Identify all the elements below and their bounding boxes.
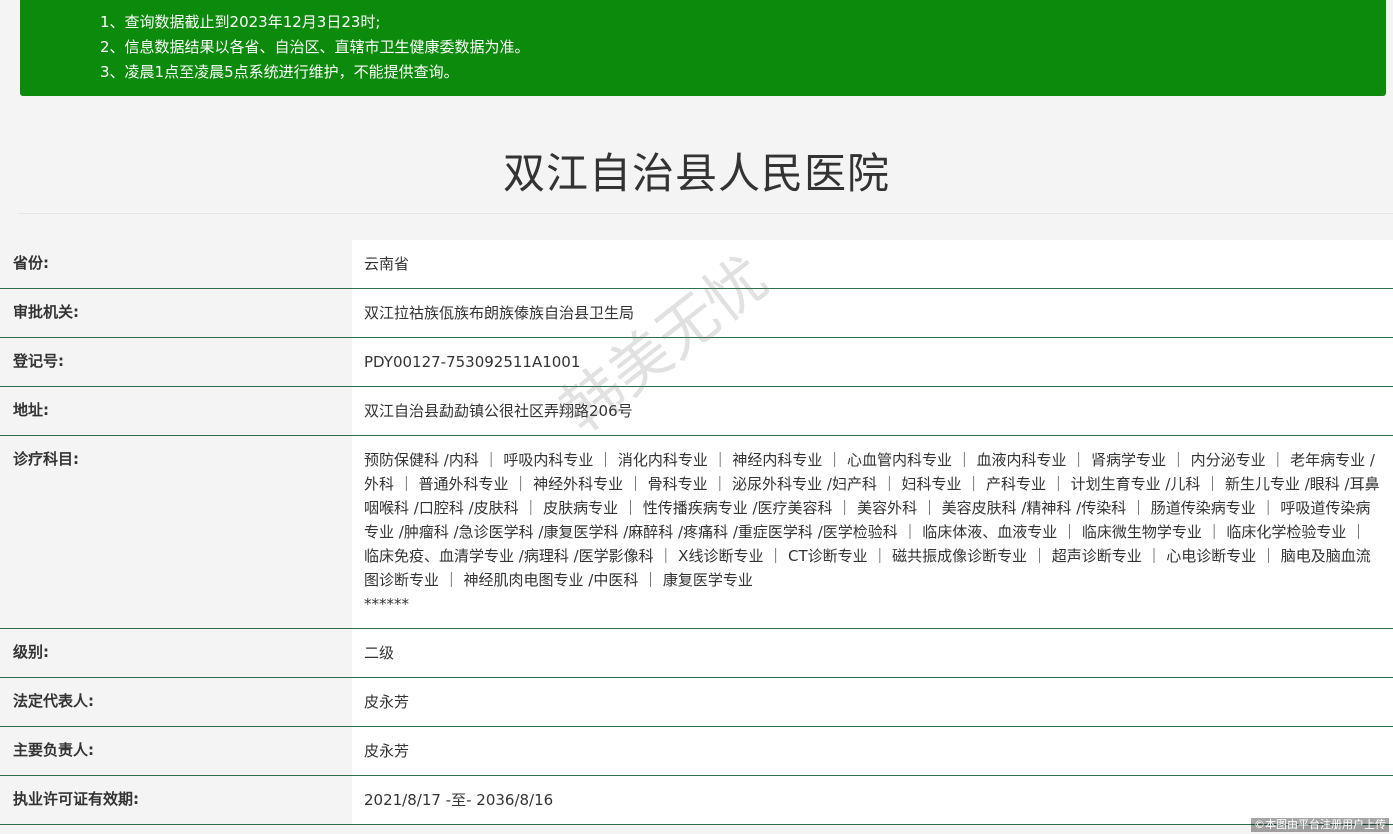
principal-value: 皮永芳 (352, 727, 1393, 775)
province-value: 云南省 (352, 240, 1393, 288)
address-label: 地址: (0, 387, 352, 435)
reg-no-value: PDY00127-753092511A1001 (352, 338, 1393, 386)
license-validity-label: 执业许可证有效期: (0, 776, 352, 824)
departments-label: 诊疗科目: (0, 436, 352, 628)
hospital-title: 双江自治县人民医院 (502, 149, 890, 198)
legal-rep-label: 法定代表人: (0, 678, 352, 726)
title-divider (18, 213, 1393, 214)
principal-label: 主要负责人: (0, 727, 352, 775)
province-label: 省份: (0, 240, 352, 288)
row-reg-no: 登记号: PDY00127-753092511A1001 (0, 338, 1393, 387)
row-principal: 主要负责人: 皮永芳 (0, 727, 1393, 776)
row-authority: 审批机关: 双江拉祜族佤族布朗族傣族自治县卫生局 (0, 289, 1393, 338)
departments-value: 预防保健科 /内科 ｜ 呼吸内科专业 ｜ 消化内科专业 ｜ 神经内科专业 ｜ 心… (352, 436, 1393, 628)
authority-label: 审批机关: (0, 289, 352, 337)
authority-value: 双江拉祜族佤族布朗族傣族自治县卫生局 (352, 289, 1393, 337)
notice-banner: 1、查询数据截止到2023年12月3日23时; 2、信息数据结果以各省、自治区、… (20, 0, 1386, 96)
row-address: 地址: 双江自治县勐勐镇公很社区弄翔路206号 (0, 387, 1393, 436)
row-province: 省份: 云南省 (0, 240, 1393, 289)
address-value: 双江自治县勐勐镇公很社区弄翔路206号 (352, 387, 1393, 435)
level-value: 二级 (352, 629, 1393, 677)
reg-no-label: 登记号: (0, 338, 352, 386)
departments-suffix: ****** (364, 595, 409, 613)
departments-list: 预防保健科 /内科 ｜ 呼吸内科专业 ｜ 消化内科专业 ｜ 神经内科专业 ｜ 心… (364, 451, 1380, 589)
notice-line-3: 3、凌晨1点至凌晨5点系统进行维护，不能提供查询。 (100, 63, 459, 81)
row-legal-rep: 法定代表人: 皮永芳 (0, 678, 1393, 727)
row-departments: 诊疗科目: 预防保健科 /内科 ｜ 呼吸内科专业 ｜ 消化内科专业 ｜ 神经内科… (0, 436, 1393, 629)
notice-line-2: 2、信息数据结果以各省、自治区、直辖市卫生健康委数据为准。 (100, 38, 530, 56)
level-label: 级别: (0, 629, 352, 677)
info-table: 省份: 云南省 审批机关: 双江拉祜族佤族布朗族傣族自治县卫生局 登记号: PD… (0, 240, 1393, 825)
notice-line-1: 1、查询数据截止到2023年12月3日23时; (100, 13, 381, 31)
license-validity-value: 2021/8/17 -至- 2036/8/16 (352, 776, 1393, 824)
row-license-validity: 执业许可证有效期: 2021/8/17 -至- 2036/8/16 (0, 776, 1393, 825)
legal-rep-value: 皮永芳 (352, 678, 1393, 726)
row-level: 级别: 二级 (0, 629, 1393, 678)
upload-credit: ©本图由平台注册用户上传 (1251, 818, 1389, 832)
